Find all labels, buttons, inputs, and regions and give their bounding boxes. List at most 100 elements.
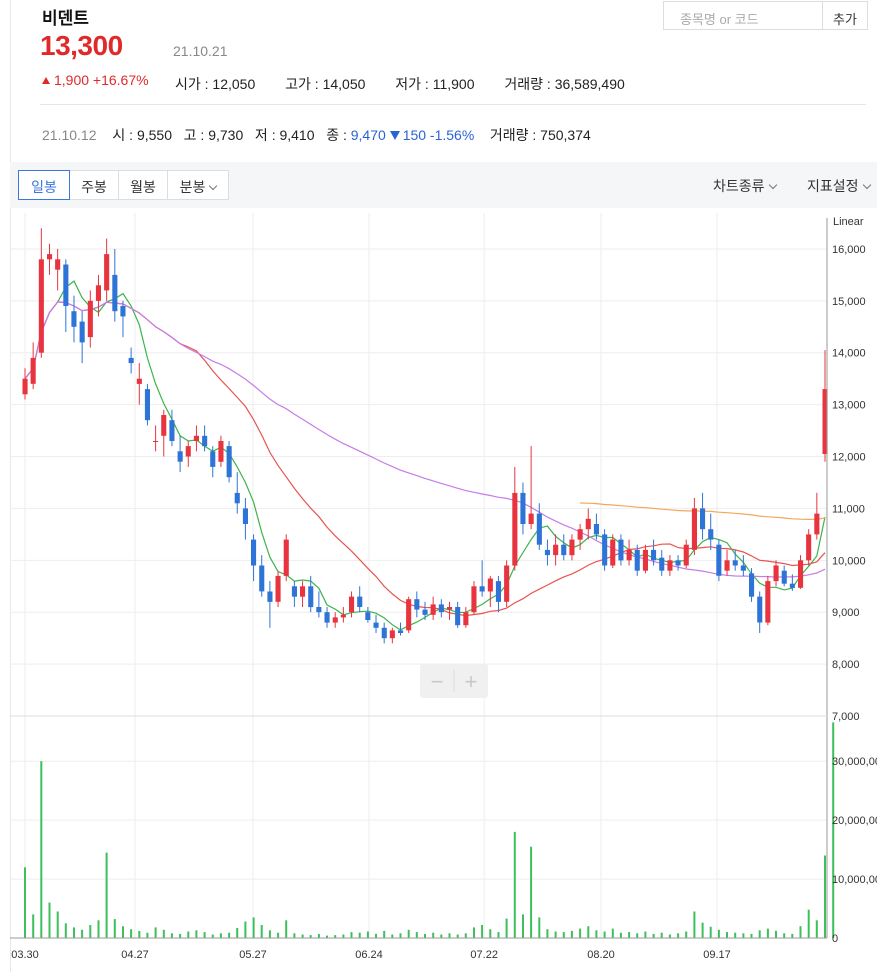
- candle-body: [781, 570, 787, 584]
- volume-bar: [146, 932, 149, 938]
- volume-bar: [277, 932, 280, 938]
- indicator-dropdown[interactable]: 지표설정: [807, 176, 871, 196]
- candle-body: [422, 609, 428, 615]
- price-date: 21.10.21: [173, 43, 228, 59]
- candle-body: [185, 446, 191, 457]
- candle-body: [210, 451, 216, 467]
- volume-bar: [815, 920, 818, 938]
- candle-body: [455, 607, 461, 626]
- candle-body: [740, 565, 746, 571]
- candle-body: [504, 565, 510, 602]
- volume-bar: [211, 934, 214, 938]
- candle-body: [471, 586, 477, 613]
- stock-search-input[interactable]: 종목명 or 코드: [663, 1, 823, 30]
- tab-monthly[interactable]: 월봉: [118, 170, 168, 200]
- candle-body: [789, 583, 795, 588]
- volume-bar: [766, 928, 769, 938]
- candle-body: [63, 264, 69, 306]
- volume-bar: [628, 932, 631, 938]
- date-tick-label: 09.17: [703, 949, 731, 961]
- hover-candle-info: 21.10.12 시 : 9,550 고 : 9,730 저 : 9,410 종…: [42, 125, 591, 145]
- volume-bar: [734, 932, 737, 938]
- volume-bar: [783, 933, 786, 938]
- volume-bar: [832, 722, 835, 938]
- candle-body: [324, 612, 330, 623]
- stock-chart[interactable]: 16,000 15,000 14,000 13,000 12,000 11,000 10,0…: [0, 208, 877, 972]
- price-tick-label: 13,000: [832, 400, 866, 412]
- volume-bar: [464, 933, 467, 938]
- candle-body: [561, 544, 567, 556]
- volume-bar: [799, 926, 802, 938]
- candle-body: [683, 544, 689, 566]
- candle-body: [259, 565, 265, 592]
- zoom-in-button[interactable]: +: [465, 669, 478, 694]
- tab-daily[interactable]: 일봉: [18, 170, 70, 200]
- price-tick-label: 7,000: [832, 711, 860, 723]
- candle-body: [765, 581, 771, 623]
- candle-body: [659, 557, 665, 571]
- volume-bar: [391, 934, 394, 938]
- candle-body: [79, 321, 85, 343]
- candle-body: [87, 300, 93, 338]
- volume-bar: [481, 925, 484, 938]
- candle-body: [144, 389, 150, 421]
- price-change: 1,900 +16.67%: [42, 72, 149, 88]
- candle-body: [161, 415, 167, 436]
- volume-bars: [24, 722, 835, 938]
- candlestick-series: [22, 228, 828, 644]
- volume-bar: [399, 933, 402, 938]
- current-price: 13,300: [40, 30, 123, 61]
- candle-body: [300, 586, 306, 597]
- volume-bar: [383, 930, 386, 938]
- candle-body: [389, 630, 395, 639]
- volume-bar: [252, 917, 255, 938]
- volume-bar: [546, 929, 549, 938]
- candle-body: [700, 508, 706, 530]
- volume-bar: [285, 920, 288, 938]
- price-tick-label: 16,000: [832, 244, 866, 256]
- candle-body: [153, 441, 159, 442]
- candle-body: [536, 513, 542, 545]
- candle-body: [202, 435, 208, 447]
- hover-date: 21.10.12: [42, 127, 97, 143]
- candle-body: [602, 534, 608, 566]
- tab-minute[interactable]: 분봉: [167, 170, 229, 200]
- moving-average-lines: [24, 280, 826, 631]
- zoom-out-button[interactable]: −: [431, 669, 444, 694]
- candle-body: [251, 539, 257, 566]
- volume-bar: [660, 932, 663, 938]
- volume-bar: [342, 934, 345, 938]
- volume-bar: [473, 927, 475, 938]
- volume-bar: [301, 934, 304, 938]
- candle-body: [593, 524, 599, 535]
- candle-body: [708, 529, 714, 540]
- candle-body: [732, 560, 738, 566]
- candle-body: [414, 599, 420, 610]
- tab-minute-label: 분봉: [179, 179, 206, 195]
- chart-type-dropdown[interactable]: 차트종류: [713, 176, 777, 196]
- volume-bar: [407, 929, 410, 938]
- daily-stats: 시가 : 12,050 고가 : 14,050 저가 : 11,900 거래량 …: [175, 74, 651, 94]
- volume-bar: [791, 933, 794, 938]
- tab-weekly[interactable]: 주봉: [69, 170, 119, 200]
- candle-body: [275, 575, 281, 602]
- volume-bar: [538, 917, 541, 938]
- hover-open: 시 : 9,550: [112, 127, 172, 143]
- volume-bar: [97, 920, 100, 938]
- volume-bar: [807, 909, 810, 938]
- volume-bar: [440, 934, 443, 938]
- volume-bar: [554, 931, 557, 938]
- candle-body: [349, 596, 355, 613]
- candle-body: [528, 513, 534, 524]
- volume-bar: [726, 932, 728, 938]
- hover-low: 저 : 9,410: [254, 127, 315, 143]
- zoom-controls: − +: [420, 664, 488, 698]
- candle-body: [242, 508, 248, 524]
- scale-label: Linear: [833, 216, 864, 228]
- price-tick-label: 12,000: [832, 452, 866, 464]
- ma60-line: [24, 301, 826, 578]
- add-button[interactable]: 추가: [822, 1, 868, 30]
- volume-bar: [48, 902, 51, 938]
- volume-bar: [685, 931, 688, 938]
- candle-body: [651, 549, 657, 561]
